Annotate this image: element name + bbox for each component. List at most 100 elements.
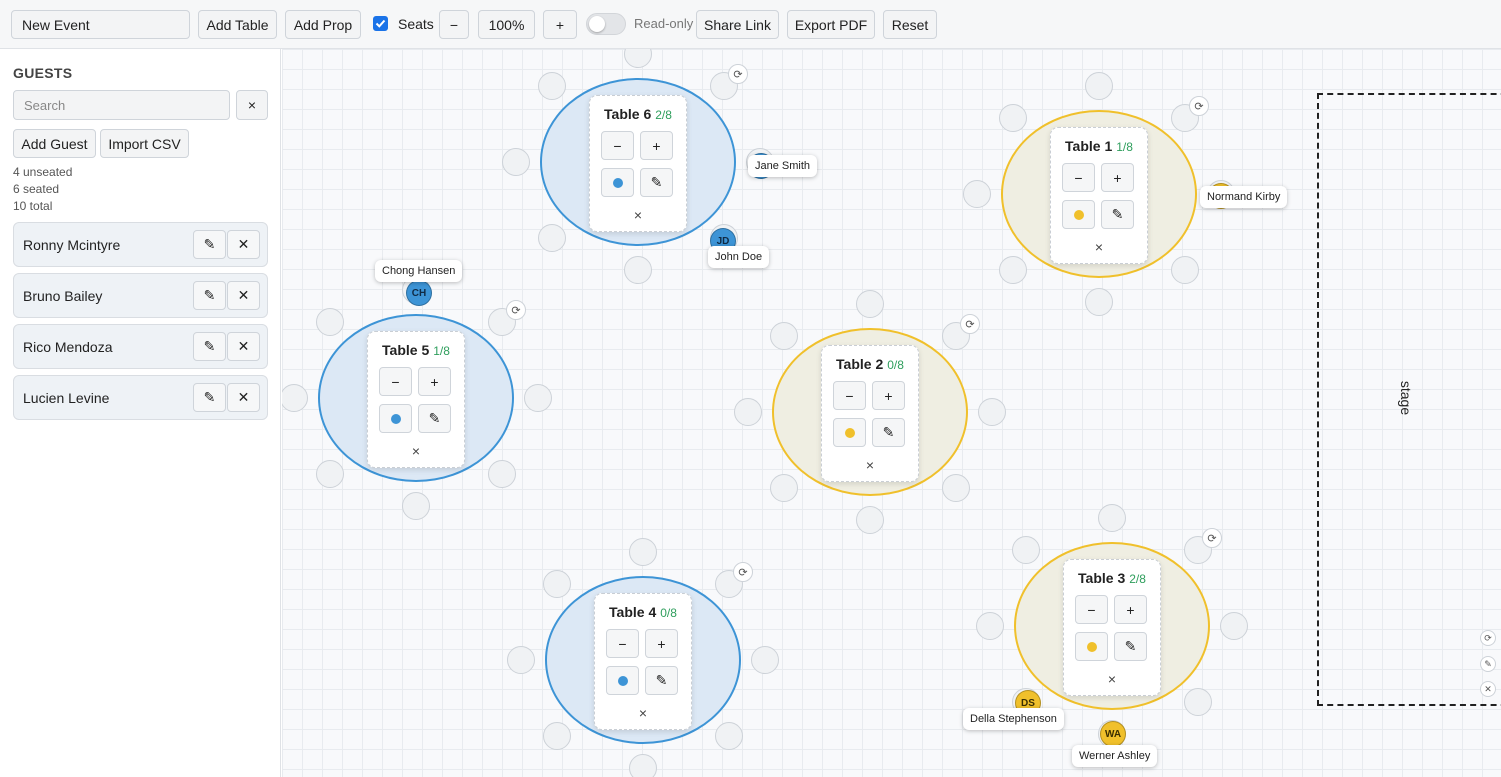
seat[interactable]	[856, 506, 884, 534]
seat[interactable]	[976, 612, 1004, 640]
add-seat-button[interactable]: +	[1101, 163, 1134, 192]
search-input[interactable]: Search	[13, 90, 230, 120]
add-guest-button[interactable]: Add Guest	[13, 129, 96, 158]
seat[interactable]	[1184, 688, 1213, 717]
guest-card[interactable]: Ronny Mcintyre ✎ ✕	[13, 222, 268, 267]
seat[interactable]	[502, 148, 530, 176]
delete-table-button[interactable]: ×	[590, 207, 686, 223]
remove-seat-button[interactable]: −	[606, 629, 639, 658]
pencil-icon[interactable]: ✎	[1480, 656, 1496, 672]
seat[interactable]	[542, 569, 571, 598]
export-pdf-button[interactable]: Export PDF	[787, 10, 875, 39]
seat[interactable]	[624, 256, 652, 284]
remove-guest-button[interactable]: ✕	[227, 332, 260, 361]
remove-seat-button[interactable]: −	[1062, 163, 1095, 192]
guest-card[interactable]: Rico Mendoza ✎ ✕	[13, 324, 268, 369]
seat[interactable]	[751, 646, 779, 674]
table-color-button[interactable]	[379, 404, 412, 433]
delete-table-button[interactable]: ×	[822, 457, 918, 473]
event-name-input[interactable]: New Event	[11, 10, 190, 39]
seat[interactable]	[769, 321, 798, 350]
edit-guest-button[interactable]: ✎	[193, 332, 226, 361]
seat[interactable]	[629, 538, 657, 566]
remove-seat-button[interactable]: −	[833, 381, 866, 410]
seat[interactable]	[402, 492, 430, 520]
seat[interactable]	[998, 256, 1027, 285]
seat[interactable]	[537, 71, 566, 100]
seat[interactable]	[769, 474, 798, 503]
seat[interactable]	[1171, 256, 1200, 285]
readonly-toggle[interactable]	[586, 13, 626, 35]
guest-card[interactable]: Bruno Bailey ✎ ✕	[13, 273, 268, 318]
seat[interactable]	[942, 474, 971, 503]
table-color-button[interactable]	[1075, 632, 1108, 661]
seat[interactable]	[524, 384, 552, 412]
table-color-button[interactable]	[1062, 200, 1095, 229]
edit-table-button[interactable]: ✎	[645, 666, 678, 695]
edit-guest-button[interactable]: ✎	[193, 230, 226, 259]
seat[interactable]	[1220, 612, 1248, 640]
stage-prop[interactable]: stage	[1317, 93, 1501, 706]
remove-seat-button[interactable]: −	[1075, 595, 1108, 624]
add-seat-button[interactable]: +	[418, 367, 451, 396]
seat[interactable]	[537, 224, 566, 253]
seats-checkbox[interactable]	[373, 16, 388, 31]
zoom-out-button[interactable]: −	[439, 10, 469, 39]
edit-table-button[interactable]: ✎	[1114, 632, 1147, 661]
add-seat-button[interactable]: +	[872, 381, 905, 410]
seat[interactable]	[856, 290, 884, 318]
seat[interactable]	[315, 307, 344, 336]
table-color-button[interactable]	[606, 666, 639, 695]
seat[interactable]	[978, 398, 1006, 426]
guest-avatar[interactable]: WA	[1100, 721, 1126, 747]
delete-table-button[interactable]: ×	[368, 443, 464, 459]
seat[interactable]	[488, 460, 517, 489]
seat[interactable]	[629, 754, 657, 777]
delete-table-button[interactable]: ×	[1064, 671, 1160, 687]
close-icon[interactable]: ✕	[1480, 681, 1496, 697]
add-seat-button[interactable]: +	[1114, 595, 1147, 624]
delete-table-button[interactable]: ×	[1051, 239, 1147, 255]
edit-table-button[interactable]: ✎	[640, 168, 673, 197]
remove-guest-button[interactable]: ✕	[227, 383, 260, 412]
rotate-icon[interactable]: ⟳	[1202, 528, 1222, 548]
seat[interactable]	[1098, 504, 1126, 532]
reset-button[interactable]: Reset	[883, 10, 937, 39]
rotate-icon[interactable]: ⟳	[728, 64, 748, 84]
table-color-button[interactable]	[601, 168, 634, 197]
edit-table-button[interactable]: ✎	[1101, 200, 1134, 229]
edit-guest-button[interactable]: ✎	[193, 383, 226, 412]
rotate-icon[interactable]: ⟳	[960, 314, 980, 334]
add-table-button[interactable]: Add Table	[198, 10, 277, 39]
seat[interactable]	[507, 646, 535, 674]
edit-table-button[interactable]: ✎	[418, 404, 451, 433]
guest-avatar[interactable]: CH	[406, 280, 432, 306]
seat[interactable]	[624, 49, 652, 68]
seat[interactable]	[315, 460, 344, 489]
floor-plan-canvas[interactable]: ⟳ Table 6 2/8− + ✎ × ⟳ Table 1 1/8− + ✎ × ⟳ Table 5 1/…	[282, 49, 1501, 777]
seat[interactable]	[734, 398, 762, 426]
seat[interactable]	[542, 722, 571, 751]
remove-guest-button[interactable]: ✕	[227, 230, 260, 259]
seat[interactable]	[963, 180, 991, 208]
remove-guest-button[interactable]: ✕	[227, 281, 260, 310]
rotate-icon[interactable]: ⟳	[1480, 630, 1496, 646]
table-color-button[interactable]	[833, 418, 866, 447]
guest-card[interactable]: Lucien Levine ✎ ✕	[13, 375, 268, 420]
import-csv-button[interactable]: Import CSV	[100, 129, 189, 158]
rotate-icon[interactable]: ⟳	[1189, 96, 1209, 116]
edit-table-button[interactable]: ✎	[872, 418, 905, 447]
zoom-in-button[interactable]: +	[543, 10, 577, 39]
remove-seat-button[interactable]: −	[601, 131, 634, 160]
remove-seat-button[interactable]: −	[379, 367, 412, 396]
seat[interactable]	[1085, 72, 1113, 100]
rotate-icon[interactable]: ⟳	[506, 300, 526, 320]
seat[interactable]	[1085, 288, 1113, 316]
seat[interactable]	[998, 103, 1027, 132]
add-seat-button[interactable]: +	[640, 131, 673, 160]
clear-search-button[interactable]: ×	[236, 90, 268, 120]
add-seat-button[interactable]: +	[645, 629, 678, 658]
edit-guest-button[interactable]: ✎	[193, 281, 226, 310]
seat[interactable]	[715, 722, 744, 751]
rotate-icon[interactable]: ⟳	[733, 562, 753, 582]
